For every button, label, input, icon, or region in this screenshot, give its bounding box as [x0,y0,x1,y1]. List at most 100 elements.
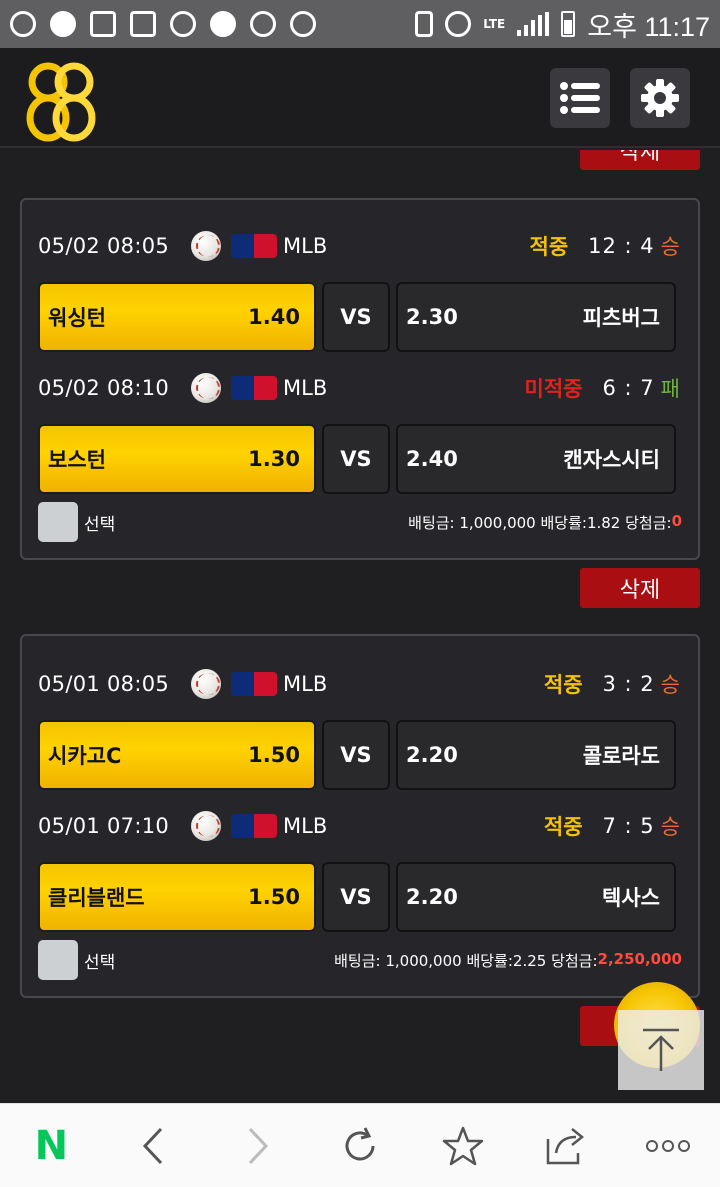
away-team-name: 피츠버그 [582,306,660,330]
bet-card: 05/02 08:05 MLB 적중 12 : 4 승 워싱턴 1.40 VS … [20,198,700,560]
game-header: 05/01 07:10 MLB 적중 7 : 5 승 [38,806,680,846]
home-odds: 1.50 [248,885,300,909]
tmoney-icon [90,11,116,37]
home-team-name: 시카고C [48,744,122,768]
mlb-logo-icon [231,376,278,400]
clock: 오후 11:17 [587,11,710,42]
game-outcome: 승 [660,815,680,839]
league-name: MLB [283,814,328,838]
bet-info-text: 배팅금: 1,000,000 배당률:2.25 당첨금: [334,951,598,970]
arrow-up-icon [643,1028,679,1071]
mlb-logo-icon [231,814,278,838]
away-team-name: 캔자스시티 [563,448,660,472]
cup-icon [50,11,76,37]
signal-icon [517,12,550,36]
bet-history-list[interactable]: 삭제 05/02 08:05 MLB 적중 12 : 4 승 워싱턴 1.40 … [0,150,720,1103]
forward-icon [249,1127,269,1164]
delete-button[interactable]: 삭제 [580,150,700,170]
vs-label: VS [322,862,390,932]
bookmark-button[interactable] [433,1116,493,1176]
away-team-pick[interactable]: 2.20 텍사스 [396,862,676,932]
t-icon [170,11,196,37]
league-name: MLB [283,234,328,258]
home-team-pick[interactable]: 보스턴 1.30 [38,424,316,494]
refresh-icon [345,1126,375,1160]
bet-footer: 선택 배팅금: 1,000,000 배당률:1.82 당첨금: 0 [38,502,682,542]
more-button[interactable] [638,1116,698,1176]
home-team-name: 보스턴 [48,448,106,472]
more-icon [646,1139,691,1152]
away-team-pick[interactable]: 2.40 캔자스시티 [396,424,676,494]
game-score: 6 : 7 [602,376,655,400]
league-name: MLB [283,672,328,696]
baseball-icon [191,811,222,841]
away-odds: 2.20 [406,885,458,909]
game-header: 05/01 08:05 MLB 적중 3 : 2 승 [38,664,680,704]
select-checkbox[interactable] [38,940,78,980]
away-odds: 2.20 [406,743,458,767]
game-score: 12 : 4 [588,234,655,258]
bet-summary: 배팅금: 1,000,000 배당률:1.82 당첨금: 0 [408,512,682,533]
share-button[interactable] [536,1116,596,1176]
app-header [0,48,720,148]
alarm-icon [445,11,472,37]
vs-label: VS [322,720,390,790]
select-label: 선택 [84,514,116,535]
u-icon [250,11,276,37]
network-type: LTE [483,17,506,31]
refresh-button[interactable] [330,1116,390,1176]
home-odds: 1.40 [248,305,300,329]
game-datetime: 05/01 07:10 [38,814,170,838]
bet-info-text: 배팅금: 1,000,000 배당률:1.82 당첨금: [408,513,672,532]
forward-button[interactable] [227,1116,287,1176]
settings-button[interactable] [630,68,690,128]
delete-button[interactable]: 삭제 [580,568,700,608]
kakao-icon [130,11,156,37]
home-team-pick[interactable]: 워싱턴 1.40 [38,282,316,352]
home-team-pick[interactable]: 클리블랜드 1.50 [38,862,316,932]
league-name: MLB [283,376,328,400]
select-label: 선택 [84,952,116,973]
baseball-icon [191,373,222,403]
home-odds: 1.50 [248,743,300,767]
bet-card: 05/01 08:05 MLB 적중 3 : 2 승 시카고C 1.50 VS … [20,634,700,998]
result-badge: 적중 [543,673,583,697]
away-team-name: 콜로라도 [582,744,660,768]
back-button[interactable] [124,1116,184,1176]
vs-label: VS [322,424,390,494]
home-odds: 1.30 [248,447,300,471]
check-icon [290,11,316,37]
naver-button[interactable]: N [21,1116,81,1176]
bet-summary: 배팅금: 1,000,000 배당률:2.25 당첨금: 2,250,000 [334,950,682,971]
logo[interactable] [26,60,96,142]
scroll-to-top-button[interactable] [618,1010,704,1090]
mlb-logo-icon [231,672,278,696]
game-score: 7 : 5 [602,814,655,838]
game-datetime: 05/01 08:05 [38,672,170,696]
home-team-name: 클리블랜드 [48,886,145,910]
away-odds: 2.40 [406,447,458,471]
share-icon [546,1127,584,1164]
away-team-name: 텍사스 [602,886,660,910]
away-team-pick[interactable]: 2.30 피츠버그 [396,282,676,352]
game-outcome: 패 [660,377,680,401]
baseball-icon [191,231,222,261]
vibrate-icon [415,11,434,37]
game-datetime: 05/02 08:10 [38,376,170,400]
away-team-pick[interactable]: 2.20 콜로라도 [396,720,676,790]
menu-button[interactable] [550,68,610,128]
payout-amount: 2,250,000 [597,949,682,968]
gear-icon [641,79,679,117]
system-icons: LTE 오후 11:17 [415,5,710,44]
bookmark-star-icon [442,1126,484,1165]
result-badge: 미적중 [524,377,583,401]
app-notification-icon [10,11,36,37]
home-team-pick[interactable]: 시카고C 1.50 [38,720,316,790]
away-odds: 2.30 [406,305,458,329]
list-icon [560,82,600,114]
game-score: 3 : 2 [602,672,655,696]
game-outcome: 승 [660,235,680,259]
vs-label: VS [322,282,390,352]
naver-icon: N [34,1122,69,1169]
select-checkbox[interactable] [38,502,78,542]
